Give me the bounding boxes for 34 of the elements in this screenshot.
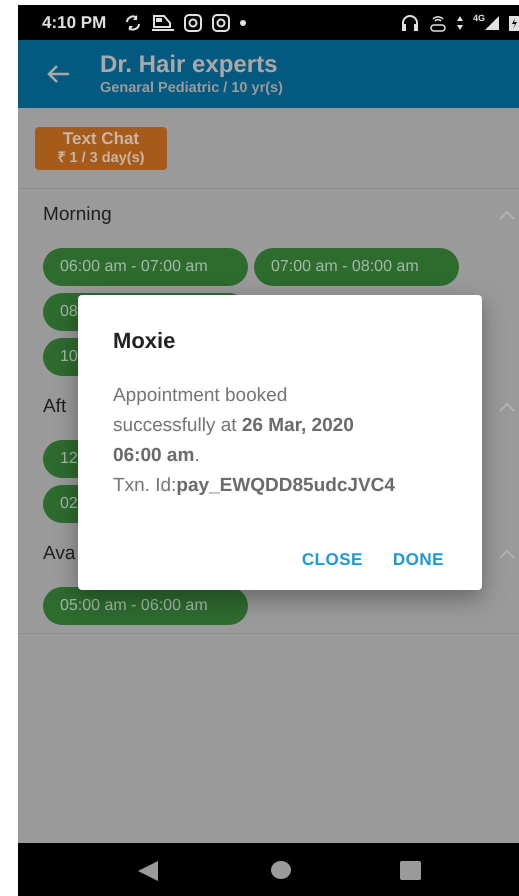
camera-icon: [184, 14, 202, 32]
volte-icon: [428, 14, 447, 32]
recents-square-icon[interactable]: [400, 861, 421, 880]
time-slot-chip[interactable]: 06:00 am - 07:00 am: [43, 248, 248, 286]
doctor-name: Dr. Hair experts: [100, 51, 278, 79]
data-arrows-icon: [456, 16, 463, 30]
home-circle-icon[interactable]: [271, 861, 291, 879]
dialog-message: Appointment booked successfully at 26 Mar, 2020 06:00 am. Txn. Id:pay_EWQDD85udcJVC4: [113, 384, 396, 498]
chevron-up-icon[interactable]: [499, 550, 515, 558]
consult-price: ₹ 1 / 3 day(s): [58, 149, 144, 167]
section-title: Aft: [43, 396, 66, 418]
signal-icon: [485, 16, 499, 30]
section-title: Morning: [43, 204, 112, 226]
network-type: 4G: [472, 13, 485, 23]
train-icon: [152, 14, 174, 32]
status-time: 4:10 PM: [42, 12, 106, 32]
consult-badge[interactable]: Text Chat ₹ 1 / 3 day(s): [35, 127, 167, 170]
section-title: Ava: [43, 543, 76, 565]
sync-icon: [124, 14, 142, 30]
dialog-title: Moxie: [113, 327, 176, 355]
headphones-icon: [400, 14, 419, 32]
consult-type-label: Text Chat: [62, 129, 140, 149]
back-arrow-icon: [46, 64, 70, 84]
dialog-button[interactable]: CLOSE: [294, 542, 371, 578]
dot-icon: [240, 20, 246, 26]
chevron-up-icon[interactable]: [499, 402, 515, 412]
back-triangle-icon[interactable]: [138, 861, 158, 881]
dialog-button[interactable]: DONE: [384, 542, 452, 578]
back-button[interactable]: [46, 64, 70, 84]
camera-icon: [212, 14, 230, 32]
chevron-up-icon[interactable]: [499, 210, 515, 220]
time-slot-chip[interactable]: 05:00 am - 06:00 am: [43, 587, 248, 625]
doctor-specialty: Genaral Pediatric / 10 yr(s): [100, 79, 283, 97]
time-slot-chip[interactable]: 07:00 am - 08:00 am: [254, 248, 459, 286]
